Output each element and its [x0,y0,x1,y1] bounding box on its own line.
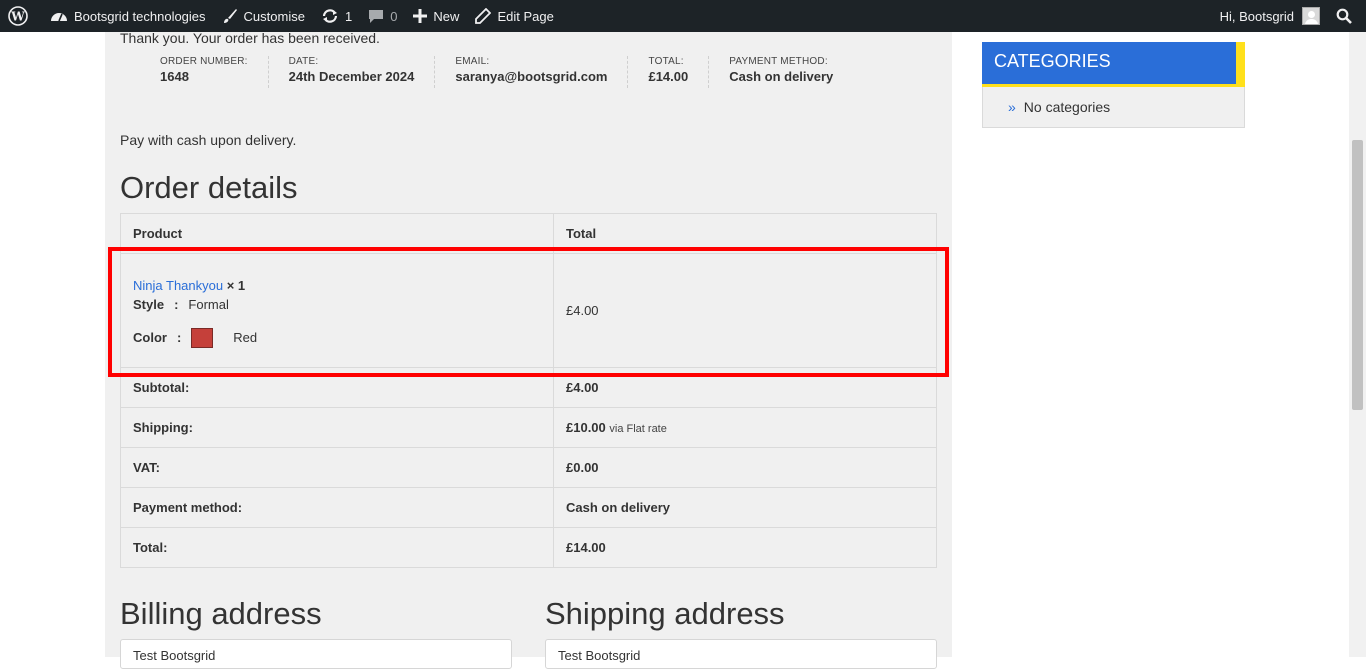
product-total-cell: £4.00 [553,253,937,368]
shipping-name: Test Bootsgrid [558,648,641,663]
no-categories-text: No categories [1023,99,1111,115]
payment-note: Pay with cash upon delivery. [120,132,297,148]
plus-icon [413,9,428,23]
overview-value: 24th December 2024 [288,69,415,84]
payment-method-label: Payment method: [120,487,554,528]
meta-style: Style : Formal [133,297,541,312]
shipping-address-box: Test Bootsgrid [545,639,937,669]
avatar [1302,7,1320,25]
order-received-content: Thank you. Your order has been received.… [105,30,952,669]
sidebar: CATEGORIES » No categories [982,42,1245,128]
order-item-row: Ninja Thankyou × 1 Style : Formal Color … [120,253,937,368]
customise-label: Customise [243,8,305,24]
order-details-table: Product Total Ninja Thankyou × 1 Style :… [120,213,937,568]
meta-color-value: Red [233,330,258,345]
meta-color: Color : Red [133,327,541,348]
order-overview: ORDER NUMBER: 1648 DATE: 24th December 2… [145,56,853,88]
vat-row: VAT: £0.00 [120,447,937,488]
updates-link[interactable]: 1 [313,0,360,32]
thank-you-message: Thank you. Your order has been received. [120,30,380,46]
shipping-value: £10.00 [566,420,606,435]
payment-method-row: Payment method: Cash on delivery [120,487,937,528]
billing-name: Test Bootsgrid [133,648,216,663]
product-cell: Ninja Thankyou × 1 Style : Formal Color … [120,253,554,368]
new-label: New [433,8,460,24]
updates-icon [321,8,339,24]
greeting-label: Hi, Bootsgrid [1219,8,1294,24]
total-label: Total: [120,527,554,568]
overview-label: EMAIL: [455,56,490,67]
subtotal-row: Subtotal: £4.00 [120,367,937,408]
overview-value: £14.00 [648,69,689,84]
overview-value: 1648 [160,69,189,84]
new-content-link[interactable]: New [405,0,467,32]
double-chevron-right-icon: » [1008,99,1016,115]
page-scrollbar[interactable] [1349,32,1366,657]
table-header-row: Product Total [120,213,937,254]
customise-link[interactable]: Customise [214,0,313,32]
shipping-row: Shipping: £10.00 via Flat rate [120,407,937,448]
overview-label: DATE: [288,56,319,67]
header-total: Total [553,213,937,254]
product-link[interactable]: Ninja Thankyou [133,278,223,293]
meta-separator: : [174,296,179,312]
overview-email: EMAIL: saranya@bootsgrid.com [435,56,629,88]
vat-label: VAT: [120,447,554,488]
search-button[interactable] [1328,0,1366,32]
svg-text:W: W [10,10,25,24]
total-value: £14.00 [553,527,937,568]
overview-label: TOTAL: [648,56,684,67]
header-product: Product [120,213,554,254]
search-icon [1336,8,1352,24]
billing-address-title: Billing address [120,596,322,631]
overview-label: ORDER NUMBER: [160,56,248,67]
updates-count: 1 [344,8,353,24]
subtotal-label: Subtotal: [120,367,554,408]
vat-value: £0.00 [553,447,937,488]
overview-label: PAYMENT METHOD: [729,56,828,67]
color-swatch [191,327,214,348]
admin-bar: W Bootsgrid technologies Customise 1 0 N… [0,0,1366,32]
site-name-label: Bootsgrid technologies [74,8,206,24]
categories-list: » No categories [982,87,1245,128]
comments-count: 0 [390,8,398,24]
shipping-cell: £10.00 via Flat rate [553,407,937,448]
comment-icon [368,8,384,24]
payment-method-value: Cash on delivery [553,487,937,528]
shipping-label: Shipping: [120,407,554,448]
overview-date: DATE: 24th December 2024 [269,56,436,88]
wordpress-logo-icon[interactable]: W [0,0,36,32]
order-details-title: Order details [120,170,298,205]
product-quantity: × 1 [226,277,246,293]
meta-style-key: Style [133,296,165,312]
meta-separator: : [176,330,182,345]
meta-style-value: Formal [188,296,229,312]
overview-value: saranya@bootsgrid.com [455,69,608,84]
overview-order-number: ORDER NUMBER: 1648 [145,56,269,88]
shipping-method: via Flat rate [609,423,667,435]
overview-value: Cash on delivery [729,69,834,84]
shipping-address-title: Shipping address [545,596,785,631]
billing-address-box: Test Bootsgrid [120,639,512,669]
dashboard-icon [50,8,68,24]
meta-color-key: Color [133,330,167,345]
pencil-icon [475,8,492,24]
overview-total: TOTAL: £14.00 [628,56,710,88]
site-name-link[interactable]: Bootsgrid technologies [36,0,214,32]
scrollbar-thumb[interactable] [1352,140,1363,410]
my-account-link[interactable]: Hi, Bootsgrid [1212,0,1328,32]
brush-icon [222,8,238,24]
edit-page-label: Edit Page [497,8,554,24]
overview-payment-method: PAYMENT METHOD: Cash on delivery [709,56,853,88]
comments-link[interactable]: 0 [360,0,405,32]
edit-page-link[interactable]: Edit Page [467,0,561,32]
categories-title: CATEGORIES [982,42,1245,84]
total-row: Total: £14.00 [120,527,937,568]
subtotal-value: £4.00 [553,367,937,408]
